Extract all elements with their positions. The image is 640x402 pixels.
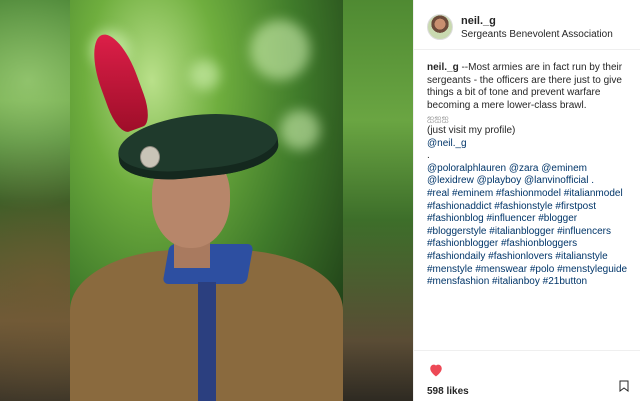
post-location[interactable]: Sergeants Benevolent Association [461,29,613,40]
avatar[interactable] [427,14,453,40]
hashtags-line-13[interactable]: #bloggerstyle #italianblogger #influence… [427,226,611,237]
beret-badge [140,146,160,168]
heart-icon[interactable] [428,363,444,377]
like-count[interactable]: 598 likes [427,386,469,397]
hashtags-line-16[interactable]: #menstyle #menswear #polo #menstyleguide [427,264,627,275]
caption-author[interactable]: neil._g [427,62,459,73]
hashtags-line-12[interactable]: #fashionblog #influencer #blogger [427,213,577,224]
caption-line-0: neil._g --Most armies are in fact run by… [427,62,623,73]
post-side-panel: neil._g Sergeants Benevolent Association… [413,0,640,401]
caption-line-4: ஐஐஐ [427,113,449,124]
post-photo[interactable] [70,0,343,401]
mention-link[interactable]: @neil._g [427,138,632,151]
caption-line-1: sergeants - the officers are there just … [427,74,622,86]
instagram-post-view: neil._g Sergeants Benevolent Association… [0,0,640,401]
blurred-backdrop-left [0,0,70,401]
caption-line-6[interactable]: @neil._g [427,138,467,149]
caption-line-3: becoming a mere lower-class brawl. [427,99,587,111]
feather-plume [84,28,154,136]
caption-line-5: (just visit my profile) [427,124,516,136]
caption-line-2: things a bit of tone and prevent warfare [427,87,601,99]
shirt-placket [198,282,216,401]
hashtags-line-14[interactable]: #fashionblogger #fashionbloggers [427,238,577,249]
blurred-backdrop-right [343,0,413,401]
mentions-line-9[interactable]: @lexidrew @playboy @lanvinofficial . [427,175,594,186]
hashtags-line-17[interactable]: #mensfashion #italianboy #21button [427,276,587,287]
bookmark-icon[interactable] [619,380,629,392]
hashtags-line-15[interactable]: #fashiondaily #fashionlovers #italiansty… [427,251,608,262]
mentions-line-8[interactable]: @poloralphlauren @zara @eminem [427,163,587,174]
hashtags-line-10[interactable]: #real #eminem #fashionmodel #italianmode… [427,188,623,199]
post-header: neil._g Sergeants Benevolent Association [414,0,640,50]
post-caption: neil._g --Most armies are in fact run by… [427,62,632,289]
post-actions: 598 likes [414,350,640,402]
hashtags-line-11[interactable]: #fashionaddict #fashionstyle #firstpost [427,201,596,212]
post-username[interactable]: neil._g [461,15,496,27]
caption-line-7: . [427,150,430,162]
